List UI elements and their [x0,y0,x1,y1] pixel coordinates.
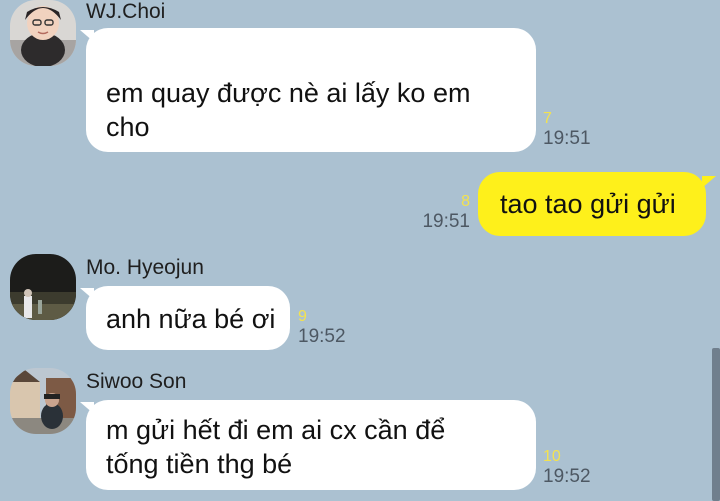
message-bubble[interactable]: anh nữa bé ơi [86,286,290,350]
sender-name: Siwoo Son [86,370,187,393]
scrollbar[interactable] [712,348,720,501]
message-line: em quay được nè ai lấy ko em [106,78,471,108]
sender-name: WJ.Choi [86,0,166,23]
message-line: tao tao gửi gửi [500,189,676,219]
message-time: 19:52 [298,326,346,347]
message-time: 19:51 [422,211,470,232]
unread-count: 10 [543,448,561,465]
message-time: 19:52 [543,466,591,487]
message-line: anh nữa bé ơi [106,304,276,334]
message-time: 19:51 [543,128,591,149]
message-line: cho [106,112,150,142]
unread-count: 8 [461,193,470,210]
avatar-wj-choi[interactable] [10,0,76,66]
avatar-siwoo-son[interactable] [10,368,76,434]
message-meta: 8 19:51 [410,193,470,232]
avatar-mo-hyeojun[interactable] [10,254,76,320]
message-meta: 10 19:52 [543,448,591,487]
chat-window[interactable]: WJ.Choi em quay được nè ai lấy ko em cho… [0,0,720,501]
message-bubble[interactable]: em quay được nè ai lấy ko em cho [86,28,536,152]
message-meta: 7 19:51 [543,110,591,149]
unread-count: 9 [298,308,307,325]
message-bubble[interactable]: m gửi hết đi em ai cx cần để tống tiền t… [86,400,536,490]
message-meta: 9 19:52 [298,308,346,347]
message-bubble[interactable]: tao tao gửi gửi [478,172,706,236]
bubble-tail [702,176,716,188]
message-line: tống tiền thg bé [106,449,293,479]
unread-count: 7 [543,110,552,127]
sender-name: Mo. Hyeojun [86,256,204,279]
message-line: m gửi hết đi em ai cx cần để [106,415,446,445]
